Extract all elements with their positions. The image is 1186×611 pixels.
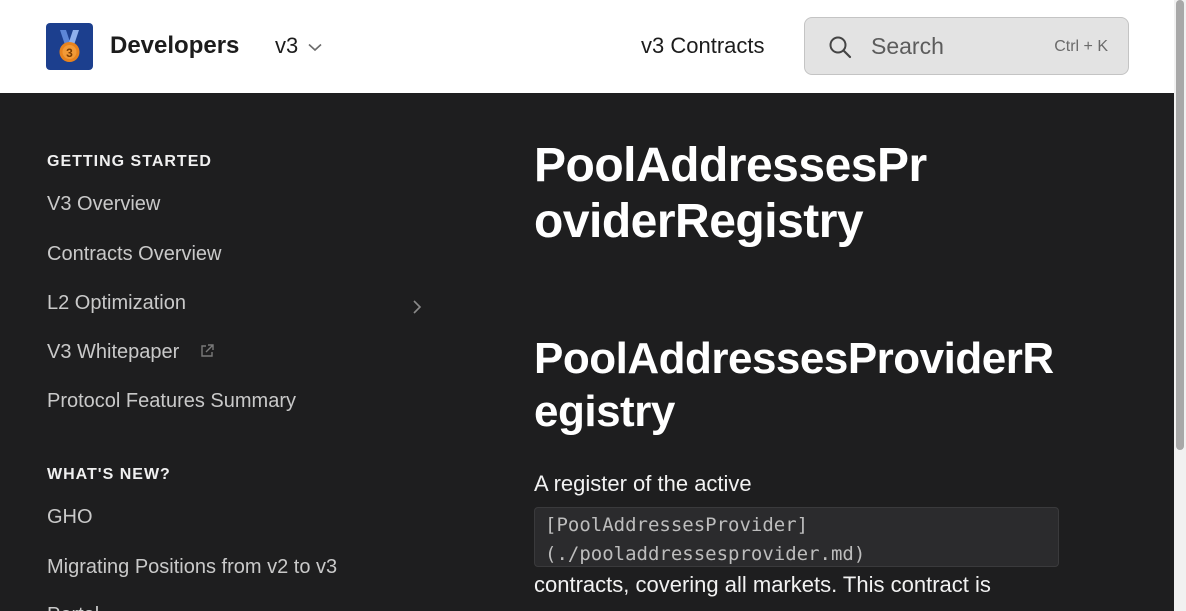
search-shortcut: Ctrl + K — [1054, 38, 1108, 55]
logo[interactable]: 3 — [46, 23, 93, 70]
search-button[interactable]: Search Ctrl + K — [804, 17, 1129, 75]
brand-title[interactable]: Developers — [110, 30, 239, 62]
sidebar: GETTING STARTED V3 Overview Contracts Ov… — [0, 93, 440, 611]
version-dropdown[interactable]: v3 — [275, 30, 322, 62]
sidebar-item-protocol-features-summary[interactable]: Protocol Features Summary — [47, 388, 296, 414]
page-title: PoolAddressesProviderRegistry — [534, 139, 927, 248]
code-block: [PoolAddressesProvider] (./pooladdresses… — [534, 507, 1059, 567]
sidebar-section-getting-started: GETTING STARTED — [47, 153, 212, 170]
external-link-icon — [201, 344, 214, 357]
medal-icon: 3 — [59, 30, 80, 62]
top-header: 3 Developers v3 v3 Contracts Search Ctrl… — [0, 0, 1174, 93]
nav-link-v3-contracts[interactable]: v3 Contracts — [641, 30, 765, 62]
sidebar-section-whats-new: WHAT'S NEW? — [47, 466, 171, 483]
page-scrollbar[interactable] — [1174, 0, 1186, 611]
sidebar-item-v3-whitepaper[interactable]: V3 Whitepaper — [47, 339, 215, 365]
search-icon — [829, 36, 852, 59]
sidebar-item-contracts-overview[interactable]: Contracts Overview — [47, 241, 222, 267]
search-label: Search — [871, 33, 944, 59]
chevron-right-icon[interactable] — [412, 299, 422, 315]
sidebar-item-l2-optimization[interactable]: L2 Optimization — [47, 290, 186, 316]
svg-text:3: 3 — [66, 46, 73, 60]
sidebar-item-gho[interactable]: GHO — [47, 504, 93, 530]
sidebar-item-portal[interactable]: Portal — [47, 602, 99, 611]
intro-text: A register of the active — [534, 471, 752, 496]
sidebar-item-label: V3 Whitepaper — [47, 341, 180, 363]
sidebar-item-migrating-positions[interactable]: Migrating Positions from v2 to v3 — [47, 554, 337, 580]
scrollbar-thumb[interactable] — [1176, 0, 1184, 450]
chevron-down-icon — [308, 43, 322, 51]
version-label: v3 — [275, 33, 299, 58]
sidebar-item-v3-overview[interactable]: V3 Overview — [47, 191, 160, 217]
body-text: contracts, covering all markets. This co… — [534, 572, 991, 597]
code-line: [PoolAddressesProvider] — [545, 514, 809, 536]
section-heading: PoolAddressesProviderRegistry — [534, 334, 1054, 436]
code-line: (./pooladdressesprovider.md) — [545, 543, 866, 565]
